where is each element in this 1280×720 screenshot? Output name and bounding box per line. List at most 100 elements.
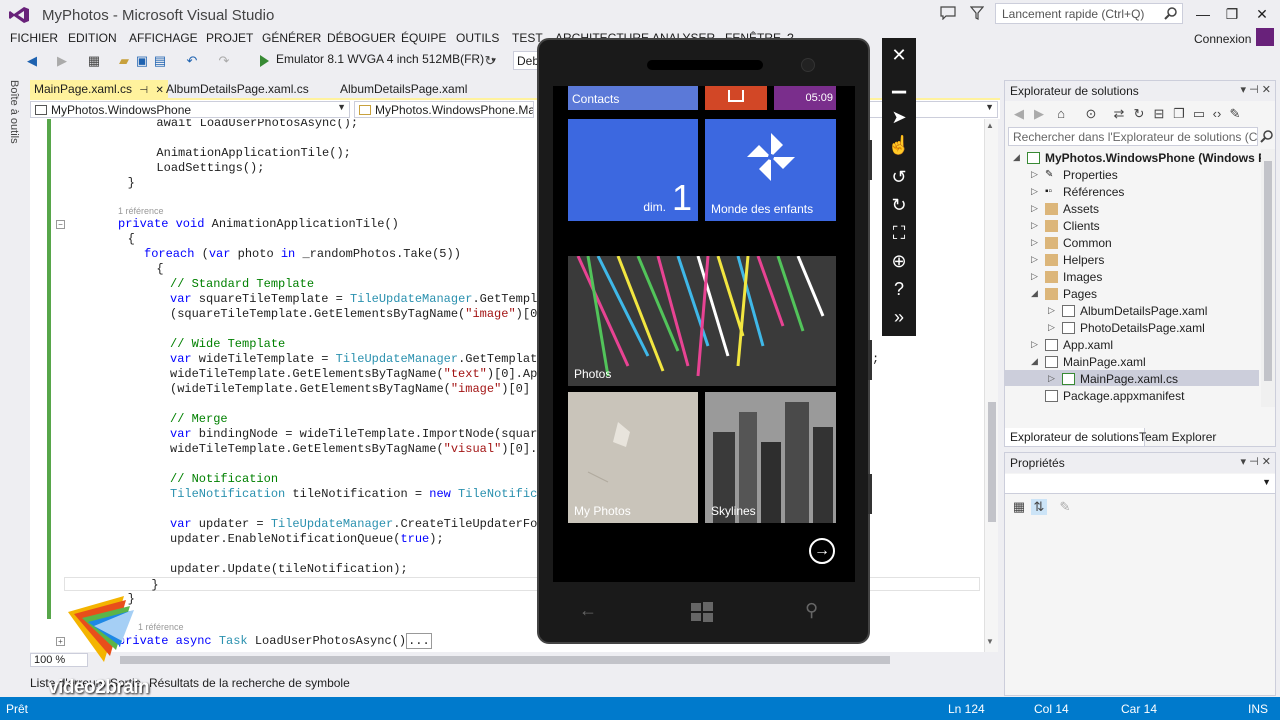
windows-start-button[interactable]: [691, 602, 713, 622]
collapse-icon[interactable]: −: [56, 220, 65, 229]
tile-skylines[interactable]: Skylines: [705, 392, 836, 523]
back-button[interactable]: ←: [579, 600, 597, 621]
menu-tools[interactable]: OUTILS: [456, 31, 499, 45]
tab-symbol-results[interactable]: Résultats de la recherche de symbole: [149, 676, 350, 690]
open-folder-icon[interactable]: ▰: [116, 53, 132, 69]
view-code-icon[interactable]: ‹›: [1209, 106, 1225, 122]
back-icon[interactable]: ◀: [24, 53, 40, 69]
camera-button[interactable]: [868, 474, 872, 514]
collapse-arrow-icon[interactable]: ◢: [1031, 288, 1038, 299]
expand-arrow-icon[interactable]: ▷: [1048, 305, 1055, 316]
additional-tools-icon[interactable]: »: [886, 304, 912, 330]
refresh-icon[interactable]: ↻: [1131, 106, 1147, 122]
tab-solution-explorer[interactable]: Explorateur de solutions: [1004, 428, 1145, 447]
collapsed-region-box[interactable]: ...: [406, 633, 432, 649]
collapse-all-icon[interactable]: ⊟: [1151, 106, 1167, 122]
emulator-screen[interactable]: Contacts 05:09 dim. 1 Monde des enfants: [553, 86, 855, 582]
undo-icon[interactable]: ↶: [184, 53, 200, 69]
close-icon[interactable]: ✕: [1262, 84, 1271, 96]
zoom-icon[interactable]: ⊕: [886, 248, 912, 274]
property-pages-icon[interactable]: ✎: [1057, 499, 1073, 515]
pin-icon[interactable]: ⊣: [1249, 84, 1259, 96]
expand-arrow-icon[interactable]: ▷: [1048, 322, 1055, 333]
refresh-icon[interactable]: ↻: [482, 53, 498, 69]
tab-mainpage-xaml-cs[interactable]: MainPage.xaml.cs ⊣ ✕: [30, 80, 168, 98]
save-all-icon[interactable]: ▤: [152, 53, 168, 69]
expand-arrow-icon[interactable]: ▷: [1031, 237, 1038, 248]
scrollbar-thumb[interactable]: [1264, 161, 1272, 381]
tab-team-explorer[interactable]: Team Explorer: [1134, 428, 1221, 447]
new-project-icon[interactable]: ▦: [86, 53, 102, 69]
collapse-arrow-icon[interactable]: ◢: [1031, 356, 1038, 367]
expand-arrow-icon[interactable]: ▷: [1048, 373, 1055, 384]
rotate-left-icon[interactable]: ↺: [886, 164, 912, 190]
editor-vertical-scrollbar[interactable]: [984, 119, 998, 652]
scroll-up-icon[interactable]: ▲: [986, 121, 994, 130]
tab-albumdetailspage-xaml[interactable]: AlbumDetailsPage.xaml: [336, 80, 471, 98]
help-icon[interactable]: ?: [886, 276, 912, 302]
menu-file[interactable]: FICHIER: [10, 31, 58, 45]
menu-team[interactable]: ÉQUIPE: [401, 31, 446, 45]
minimize-button[interactable]: —: [1190, 4, 1216, 24]
show-all-files-icon[interactable]: ❐: [1171, 106, 1187, 122]
expand-arrow-icon[interactable]: ▷: [1031, 220, 1038, 231]
maximize-button[interactable]: ❐: [1219, 4, 1245, 24]
pin-icon[interactable]: ⊣: [1249, 456, 1259, 468]
expand-arrow-icon[interactable]: ▷: [1031, 169, 1038, 180]
avatar[interactable]: [1256, 28, 1274, 46]
expand-arrow-icon[interactable]: ▷: [1031, 186, 1038, 197]
menu-build[interactable]: GÉNÉRER: [262, 31, 321, 45]
fit-to-screen-icon[interactable]: ⛶: [886, 220, 912, 246]
toolbox-tab[interactable]: Boîte à outils: [8, 80, 20, 144]
type-dropdown[interactable]: MyPhotos.WindowsPhone.MainPage: [354, 101, 534, 118]
menu-view[interactable]: AFFICHAGE: [129, 31, 198, 45]
minimize-emulator-icon[interactable]: ▁: [886, 70, 912, 96]
pin-icon[interactable]: ⊣: [139, 85, 148, 96]
tile-office[interactable]: [705, 86, 767, 110]
sign-in-link[interactable]: Connexion: [1194, 32, 1251, 46]
forward-icon[interactable]: ▶: [54, 53, 70, 69]
tile-calendar[interactable]: dim. 1: [568, 119, 698, 221]
menu-project[interactable]: PROJET: [206, 31, 253, 45]
preview-icon[interactable]: ▭: [1191, 106, 1207, 122]
pending-changes-icon[interactable]: ⊙: [1083, 106, 1099, 122]
back-icon[interactable]: ◀: [1011, 106, 1027, 122]
expand-arrow-icon[interactable]: ▷: [1031, 271, 1038, 282]
scrollbar-thumb[interactable]: [988, 402, 996, 522]
expand-arrow-icon[interactable]: ▷: [1031, 203, 1038, 214]
horizontal-scrollbar-thumb[interactable]: [120, 656, 890, 664]
menu-debug[interactable]: DÉBOGUER: [327, 31, 396, 45]
tile-contacts[interactable]: Contacts: [568, 86, 698, 110]
tile-clock[interactable]: 05:09: [774, 86, 836, 110]
save-icon[interactable]: ▣: [134, 53, 150, 69]
search-icon[interactable]: [1260, 129, 1274, 143]
sync-icon[interactable]: ⇄: [1111, 106, 1127, 122]
close-emulator-icon[interactable]: ✕: [886, 42, 912, 68]
notifications-icon[interactable]: [940, 6, 956, 20]
mouse-input-icon[interactable]: ➤: [886, 104, 912, 130]
menu-edit[interactable]: EDITION: [68, 31, 117, 45]
project-dropdown[interactable]: MyPhotos.WindowsPhone ▼: [30, 101, 350, 118]
search-button[interactable]: ⚲: [805, 600, 818, 621]
tile-photos[interactable]: Photos: [568, 256, 836, 386]
redo-icon[interactable]: ↷: [216, 53, 232, 69]
dropdown-icon[interactable]: ▾: [1241, 456, 1247, 468]
home-icon[interactable]: ⌂: [1053, 106, 1069, 122]
tab-albumdetailspage-xaml-cs[interactable]: AlbumDetailsPage.xaml.cs: [162, 80, 313, 98]
close-button[interactable]: ✕: [1249, 4, 1275, 24]
properties-object-dropdown[interactable]: ▼: [1005, 474, 1275, 494]
touch-input-icon[interactable]: ☝: [886, 132, 912, 158]
rotate-right-icon[interactable]: ↻: [886, 192, 912, 218]
dropdown-icon[interactable]: ▾: [1241, 84, 1247, 96]
feedback-icon[interactable]: [970, 6, 984, 20]
alphabetical-icon[interactable]: ⇅: [1031, 499, 1047, 515]
scroll-down-icon[interactable]: ▼: [986, 637, 994, 646]
solution-explorer-scrollbar[interactable]: [1261, 149, 1275, 407]
quick-launch-input[interactable]: Lancement rapide (Ctrl+Q): [995, 3, 1183, 24]
code-lens-references[interactable]: 1 référence: [118, 206, 164, 216]
close-icon[interactable]: ✕: [1262, 456, 1271, 468]
search-icon[interactable]: [1164, 6, 1178, 20]
properties-wrench-icon[interactable]: ✎: [1227, 106, 1243, 122]
power-button[interactable]: [868, 340, 872, 380]
tile-my-photos[interactable]: My Photos: [568, 392, 698, 523]
